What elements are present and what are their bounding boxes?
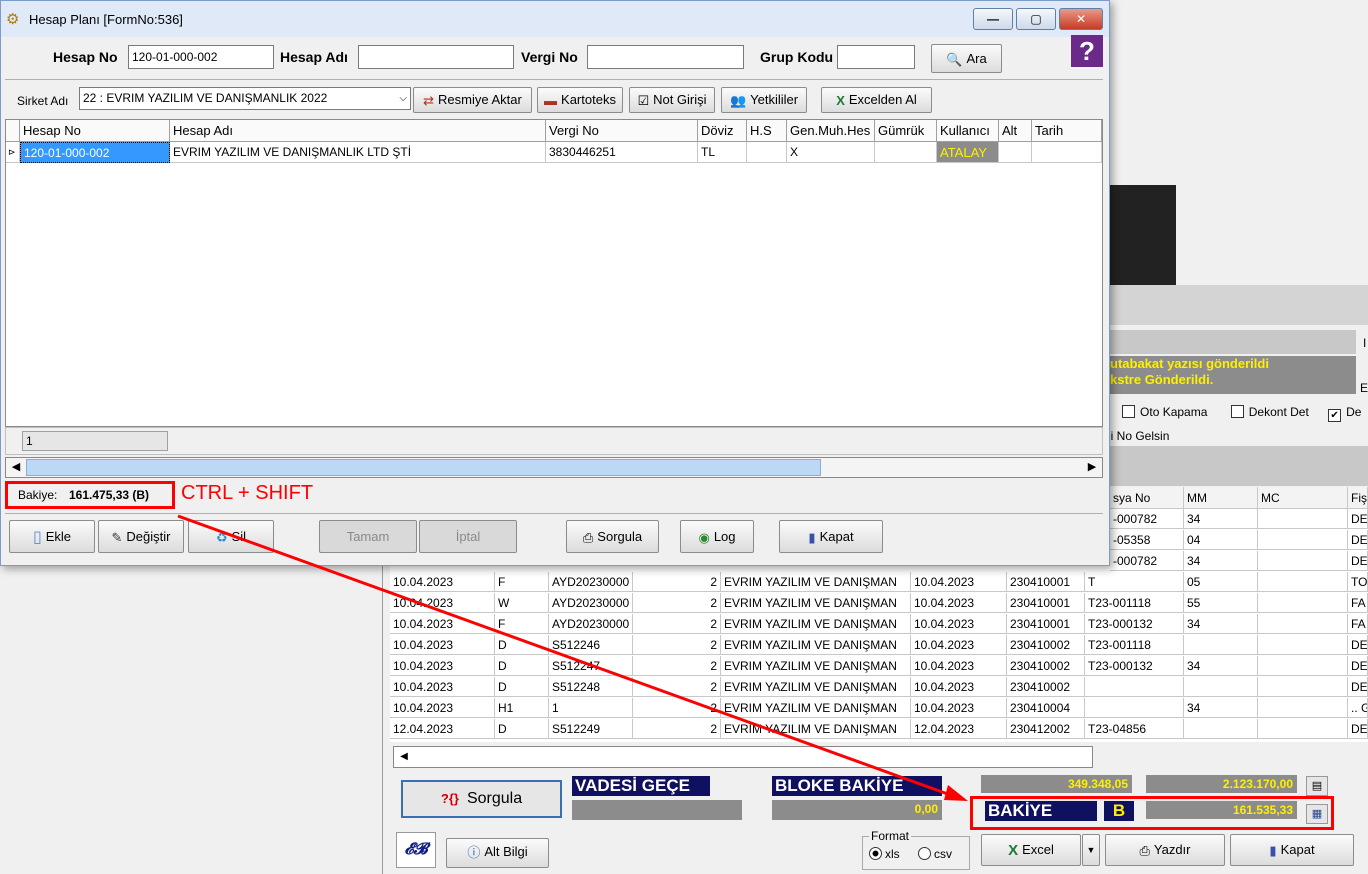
arrow-line xyxy=(177,514,957,799)
arrow-head-icon xyxy=(944,785,968,801)
annotation-arrow xyxy=(177,514,968,801)
